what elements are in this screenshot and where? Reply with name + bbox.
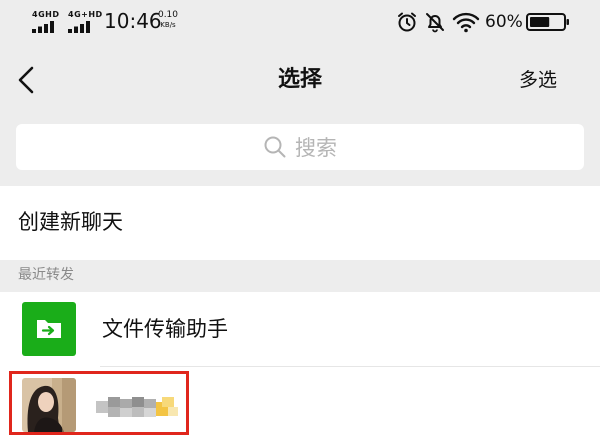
- recent-forwards-list: 文件传输助手: [0, 292, 600, 444]
- battery-icon: [526, 13, 569, 31]
- blurred-contact-name: [96, 397, 178, 417]
- battery-percent: 60%: [485, 12, 523, 32]
- search-input-content: 搜索: [16, 124, 584, 170]
- signal-icon: [32, 21, 54, 33]
- recent-forwards-section-label: 最近转发: [18, 267, 74, 283]
- wifi-icon: [452, 12, 480, 33]
- network-speed: 0.10 KB/s: [156, 10, 180, 30]
- list-item-file-transfer[interactable]: 文件传输助手: [0, 292, 600, 367]
- divider: [100, 366, 600, 367]
- network-indicator-2: 4G+HD: [68, 10, 104, 34]
- contact-name: 文件传输助手: [102, 317, 228, 341]
- list-item-contact[interactable]: [0, 368, 600, 442]
- network-indicator-1: 4GHD: [32, 10, 64, 34]
- search-placeholder: 搜索: [295, 136, 337, 160]
- create-new-chat-item[interactable]: 创建新聊天: [0, 186, 600, 260]
- back-button[interactable]: [10, 60, 46, 100]
- search-icon: [264, 136, 286, 158]
- file-transfer-avatar: [22, 302, 76, 356]
- network-type-label: 4GHD: [32, 10, 60, 19]
- page-title: 选择: [277, 67, 322, 92]
- create-new-chat-label: 创建新聊天: [18, 210, 123, 234]
- chevron-left-icon: [18, 66, 34, 94]
- clock: 10:46: [104, 9, 162, 33]
- mute-bell-icon: [426, 13, 444, 33]
- alarm-icon: [398, 12, 416, 32]
- search-input[interactable]: 搜索: [16, 124, 584, 170]
- multi-select-button[interactable]: 多选: [508, 62, 568, 98]
- network-type-label: 4G+HD: [68, 10, 103, 19]
- signal-icon: [68, 21, 90, 33]
- network-speed-unit: KB/s: [160, 21, 176, 29]
- network-speed-value: 0.10: [157, 10, 179, 20]
- file-transfer-icon: [37, 320, 61, 338]
- contact-photo: [22, 378, 76, 432]
- avatar: [22, 378, 76, 432]
- status-bar: 4GHD 4G+HD 10:46 0.10 KB/s 60%: [0, 0, 600, 44]
